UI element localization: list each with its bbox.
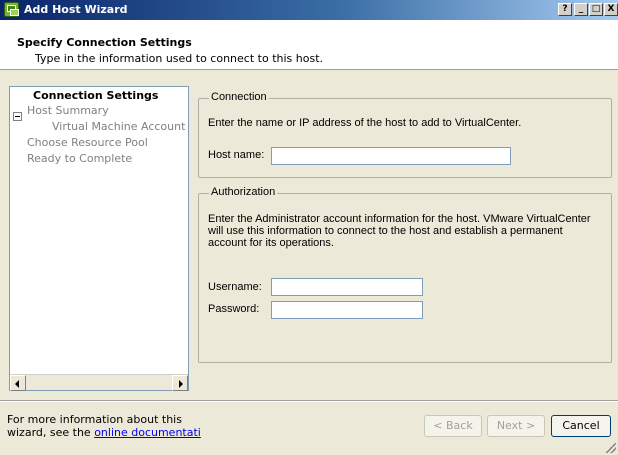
username-input[interactable] <box>271 278 423 296</box>
footer-divider <box>0 400 618 402</box>
online-documentation-link[interactable]: online documentati <box>94 426 201 439</box>
horizontal-scrollbar[interactable] <box>10 374 188 391</box>
wizard-app-icon <box>4 2 19 17</box>
step-virtual-machine-account[interactable]: Virtual Machine Account <box>52 120 185 133</box>
footer-info: For more information about this wizard, … <box>7 413 202 439</box>
wizard-steps-panel: Connection Settings Host Summary Virtual… <box>9 86 189 391</box>
connection-group: Connection Enter the name or IP address … <box>198 91 612 178</box>
next-button[interactable]: Next > <box>487 415 545 437</box>
authorization-legend: Authorization <box>209 186 278 198</box>
collapse-toggle-icon[interactable] <box>13 112 22 121</box>
minimize-button[interactable]: _ <box>574 3 588 16</box>
back-button[interactable]: < Back <box>424 415 482 437</box>
authorization-group: Authorization Enter the Administrator ac… <box>198 186 612 363</box>
maximize-button[interactable]: □ <box>589 3 603 16</box>
step-host-summary[interactable]: Host Summary <box>27 104 109 117</box>
host-name-label: Host name: <box>208 149 265 161</box>
resize-grip-icon[interactable] <box>606 443 616 453</box>
page-title: Specify Connection Settings <box>17 36 192 49</box>
cancel-button[interactable]: Cancel <box>551 415 611 437</box>
scroll-left-icon[interactable] <box>10 375 26 391</box>
password-label: Password: <box>208 303 260 315</box>
authorization-instruction: Enter the Administrator account informat… <box>208 213 591 249</box>
step-ready-to-complete[interactable]: Ready to Complete <box>27 152 132 165</box>
host-name-input[interactable] <box>271 147 511 165</box>
connection-legend: Connection <box>209 91 269 103</box>
connection-instruction: Enter the name or IP address of the host… <box>208 117 522 129</box>
username-label: Username: <box>208 281 262 293</box>
scroll-right-icon[interactable] <box>172 375 188 391</box>
title-bar: Add Host Wizard ? _ □ X <box>0 0 618 20</box>
step-connection-settings[interactable]: Connection Settings <box>33 89 158 102</box>
step-choose-resource-pool[interactable]: Choose Resource Pool <box>27 136 148 149</box>
wizard-header: Specify Connection Settings Type in the … <box>0 20 618 70</box>
close-button[interactable]: X <box>604 3 618 16</box>
password-input[interactable] <box>271 301 423 319</box>
page-subtitle: Type in the information used to connect … <box>35 52 324 65</box>
window-title: Add Host Wizard <box>24 3 128 16</box>
help-button[interactable]: ? <box>558 3 572 16</box>
